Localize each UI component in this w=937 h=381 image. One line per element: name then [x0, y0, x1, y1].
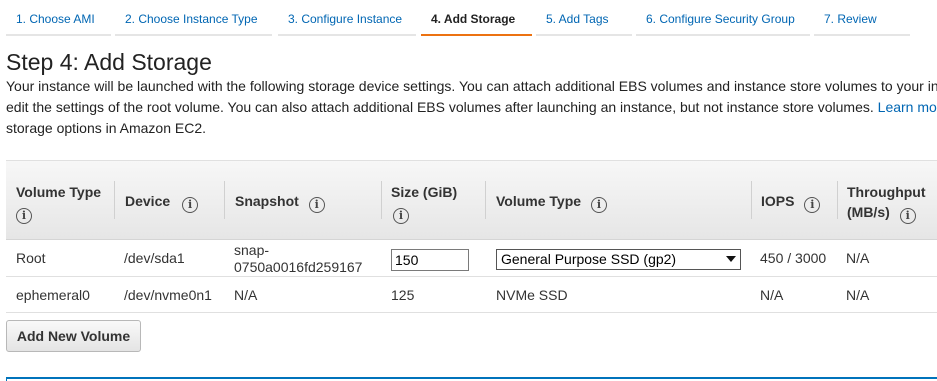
info-icon[interactable]: i — [590, 197, 607, 213]
cell-device: /dev/nvme0n1 — [124, 287, 212, 303]
col-snapshot-label: Snapshot — [235, 193, 299, 209]
info-icon[interactable]: i — [308, 197, 325, 213]
cell-snapshot: snap- 0750a0016fd259167 — [234, 242, 362, 276]
description-line-1: Your instance will be launched with the … — [6, 78, 937, 94]
tab-add-tags[interactable]: 5. Add Tags — [536, 0, 632, 36]
tab-add-storage[interactable]: 4. Add Storage — [421, 0, 532, 36]
col-device-label: Device — [125, 193, 171, 209]
cell-throughput: N/A — [846, 287, 870, 303]
snapshot-id-part-2: 0750a0016fd259167 — [234, 259, 363, 275]
info-icon[interactable]: i — [899, 208, 916, 224]
page-description: Your instance will be launched with the … — [6, 76, 937, 139]
storage-table: Volume Type i Device i Snapshot i Size (… — [6, 160, 937, 313]
col-volume-type: Volume Type i — [6, 161, 114, 239]
tab-configure-security-group[interactable]: 6. Configure Security Group — [636, 0, 810, 36]
info-icon[interactable]: i — [804, 197, 821, 213]
table-row: ephemeral0 /dev/nvme0n1 N/A 125 NVMe SSD… — [6, 277, 937, 313]
chevron-down-icon — [726, 256, 736, 262]
wizard-steps: 1. Choose AMI 2. Choose Instance Type 3.… — [6, 0, 937, 36]
cell-iops: N/A — [760, 287, 784, 303]
info-icon[interactable]: i — [393, 208, 409, 224]
col-size: Size (GiB) i — [381, 161, 485, 239]
table-header: Volume Type i Device i Snapshot i Size (… — [6, 161, 937, 240]
col-volume-type-label: Volume Type — [16, 184, 102, 200]
cell-ebs-volume-type: NVMe SSD — [496, 287, 568, 303]
info-icon[interactable]: i — [16, 208, 32, 224]
cell-device: /dev/sda1 — [124, 250, 185, 266]
col-throughput-unit: (MB/s) — [847, 204, 890, 220]
cell-iops: 450 / 3000 — [760, 250, 827, 266]
info-icon[interactable]: i — [182, 197, 199, 213]
col-ebs-volume-type-label: Volume Type — [496, 193, 582, 209]
cell-volume-type: Root — [16, 250, 46, 266]
col-snapshot: Snapshot i — [225, 161, 381, 239]
description-line-2-text: edit the settings of the root volume. Yo… — [6, 99, 878, 115]
tab-choose-instance-type[interactable]: 2. Choose Instance Type — [115, 0, 272, 36]
volume-type-select[interactable]: General Purpose SSD (gp2) — [496, 249, 741, 270]
tab-configure-instance[interactable]: 3. Configure Instance — [278, 0, 416, 36]
tab-choose-ami[interactable]: 1. Choose AMI — [6, 0, 111, 36]
learn-more-link[interactable]: Learn mo — [878, 99, 937, 115]
col-device: Device i — [115, 161, 225, 239]
col-throughput-label: Throughput — [847, 184, 926, 200]
cell-size: 125 — [391, 287, 415, 303]
page-title: Step 4: Add Storage — [6, 49, 212, 75]
volume-type-selected: General Purpose SSD (gp2) — [501, 251, 677, 267]
cell-volume-type: ephemeral0 — [16, 287, 90, 303]
snapshot-id-part-1: snap- — [234, 242, 270, 258]
cell-snapshot: N/A — [234, 287, 258, 303]
description-line-2: edit the settings of the root volume. Yo… — [6, 97, 937, 118]
col-iops-label: IOPS — [761, 193, 795, 209]
col-throughput: Throughput (MB/s) i — [837, 161, 937, 239]
description-line-3: storage options in Amazon EC2. — [6, 120, 207, 136]
col-size-label: Size (GiB) — [391, 184, 458, 200]
add-new-volume-button[interactable]: Add New Volume — [6, 320, 141, 352]
next-section-border — [6, 377, 937, 381]
col-iops: IOPS i — [751, 161, 837, 239]
tab-review[interactable]: 7. Review — [814, 0, 910, 36]
cell-throughput: N/A — [846, 250, 870, 266]
size-input[interactable] — [391, 249, 469, 271]
col-ebs-volume-type: Volume Type i — [486, 161, 751, 239]
table-row: Root /dev/sda1 snap- 0750a0016fd259167 G… — [6, 240, 937, 277]
